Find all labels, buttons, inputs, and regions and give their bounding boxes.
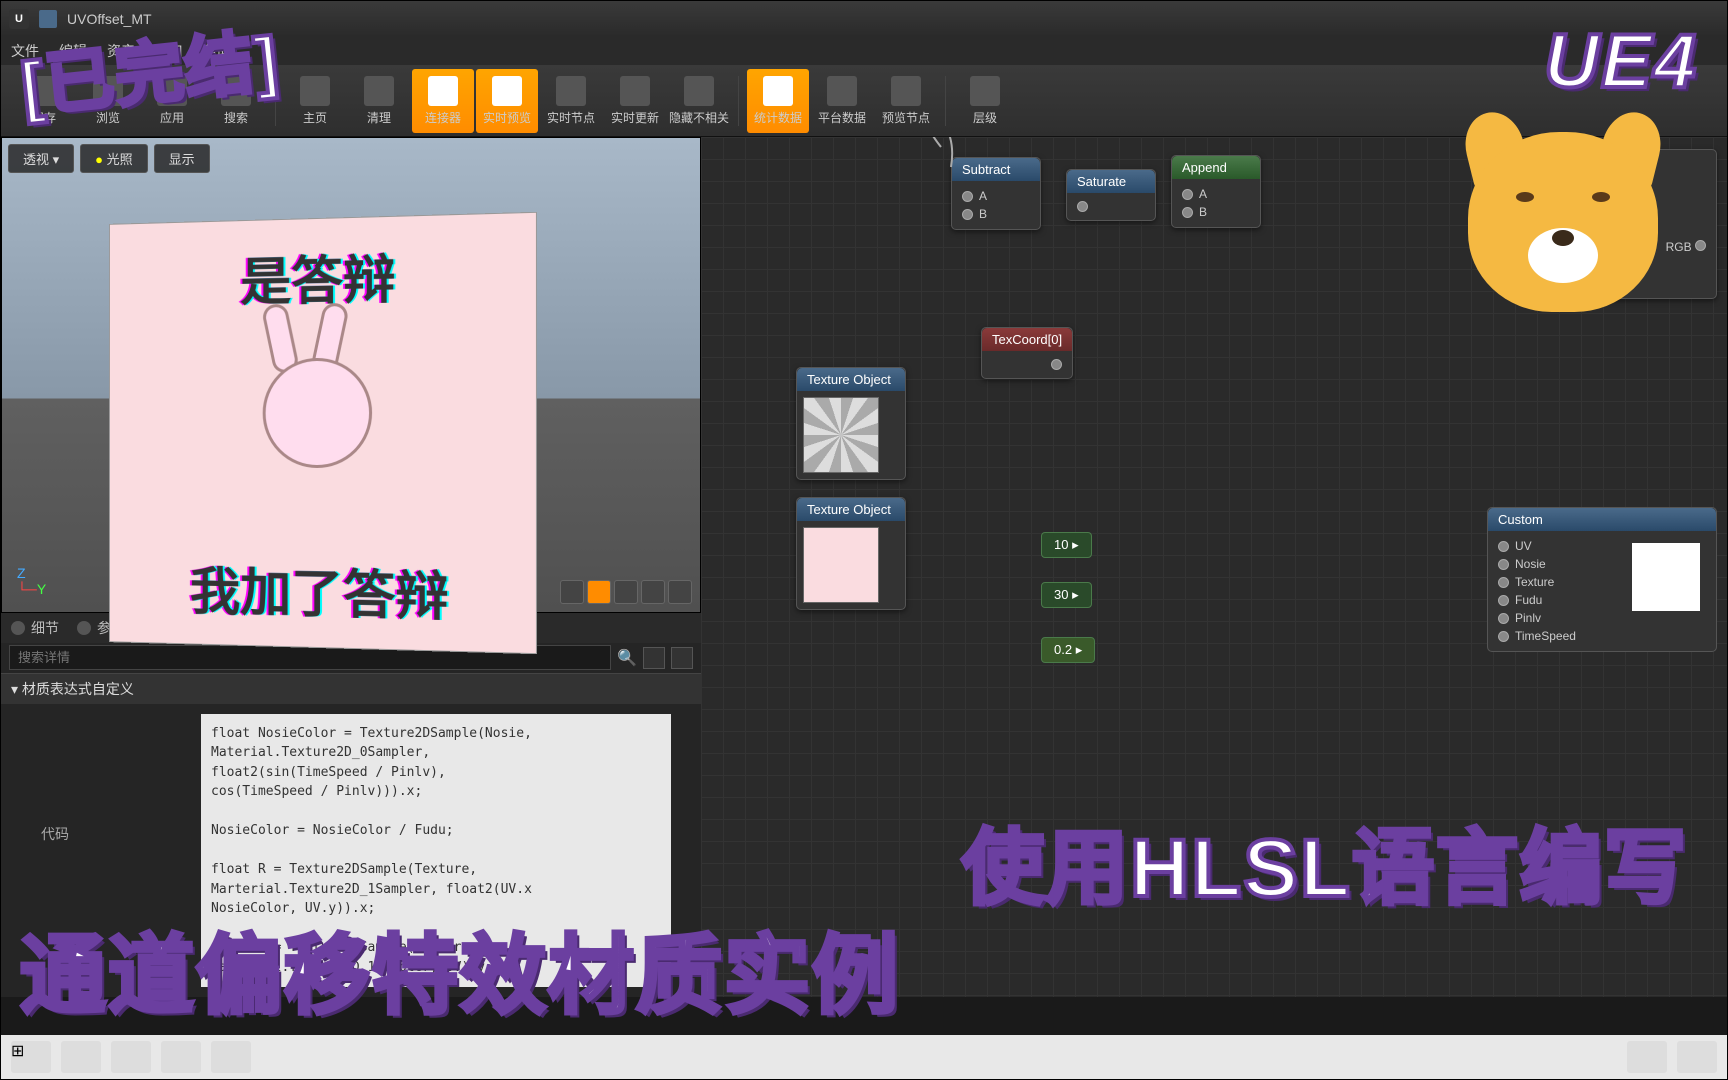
code-label: 代码 [41,824,69,844]
node-custom[interactable]: Custom UV Nosie Texture Fudu Pinlv TimeS… [1487,507,1717,652]
hierarchy-icon [970,76,1000,106]
tb-clean[interactable]: 清理 [348,69,410,133]
info-icon [11,621,25,635]
node-subtract[interactable]: Subtract AB [951,157,1041,230]
task-icon[interactable] [161,1041,201,1073]
tb-liveupd[interactable]: 实时更新 [604,69,666,133]
tb-connector[interactable]: 连接器 [412,69,474,133]
grid-icon[interactable] [643,647,665,669]
node-icon [556,76,586,106]
vp-show[interactable]: 显示 [154,144,210,173]
update-icon [620,76,650,106]
const-10[interactable]: 10 ▸ [1041,532,1092,558]
doge-mascot [1458,110,1668,320]
start-icon[interactable]: ⊞ [11,1041,51,1073]
clean-icon [364,76,394,106]
node-texobj1[interactable]: Texture Object [796,367,906,480]
noise-thumb [803,397,879,473]
tb-livenode[interactable]: 实时节点 [540,69,602,133]
windows-taskbar[interactable]: ⊞ [1,1035,1727,1079]
vp-lit[interactable]: ● 光照 [80,144,148,173]
tb-stats[interactable]: 统计数据 [747,69,809,133]
task-icon[interactable] [61,1041,101,1073]
platform-icon [827,76,857,106]
overlay-line2: 通道偏移特效材质实例 [20,905,900,1030]
node-append[interactable]: Append AB [1171,155,1261,228]
preview-text-top: 是答辩 [240,237,395,315]
axis-gizmo: Z└─Y [17,565,46,597]
custom-preview [1632,543,1700,611]
params-icon [77,621,91,635]
stats-icon [763,76,793,106]
tb-hier[interactable]: 层级 [954,69,1016,133]
ue-logo-icon: U [9,9,29,29]
category-header[interactable]: ▾ 材质表达式自定义 [1,673,701,704]
preview-text-bottom: 我加了答辩 [190,550,449,630]
hide-icon [684,76,714,106]
const-02[interactable]: 0.2 ▸ [1041,637,1095,663]
tray-icon[interactable] [1677,1041,1717,1073]
const-30[interactable]: 30 ▸ [1041,582,1092,608]
node-texcoord[interactable]: TexCoord[0] [981,327,1073,379]
left-panel: 透视 ▾ ● 光照 显示 是答辩 我加了答辩 Z└─Y [1,137,701,997]
home-icon [300,76,330,106]
bunny-thumb [803,527,879,603]
prevnode-icon [891,76,921,106]
task-icon[interactable] [111,1041,151,1073]
bunny-illustration [219,316,418,549]
viewport[interactable]: 透视 ▾ ● 光照 显示 是答辩 我加了答辩 Z└─Y [1,137,701,613]
tray-icon[interactable] [1627,1041,1667,1073]
tb-home[interactable]: 主页 [284,69,346,133]
node-saturate[interactable]: Saturate [1066,169,1156,221]
preview-plane: 是答辩 我加了答辩 [109,212,537,654]
eye-icon[interactable] [671,647,693,669]
tb-livepv[interactable]: 实时预览 [476,69,538,133]
tb-hide[interactable]: 隐藏不相关 [668,69,730,133]
tab-details[interactable]: 细节 [11,618,59,638]
node-texobj2[interactable]: Texture Object [796,497,906,610]
tb-prevnode[interactable]: 预览节点 [875,69,937,133]
preview-icon [492,76,522,106]
overlay-line1: 使用HLSL语言编写 [962,801,1688,920]
task-icon[interactable] [211,1041,251,1073]
vp-shape-icons[interactable] [560,580,692,604]
connector-icon [428,76,458,106]
search-go-icon[interactable]: 🔍 [617,648,637,668]
overlay-ue4: UE4 [1544,18,1698,105]
vp-persp[interactable]: 透视 ▾ [8,144,74,173]
tb-platform[interactable]: 平台数据 [811,69,873,133]
file-icon [39,10,57,28]
